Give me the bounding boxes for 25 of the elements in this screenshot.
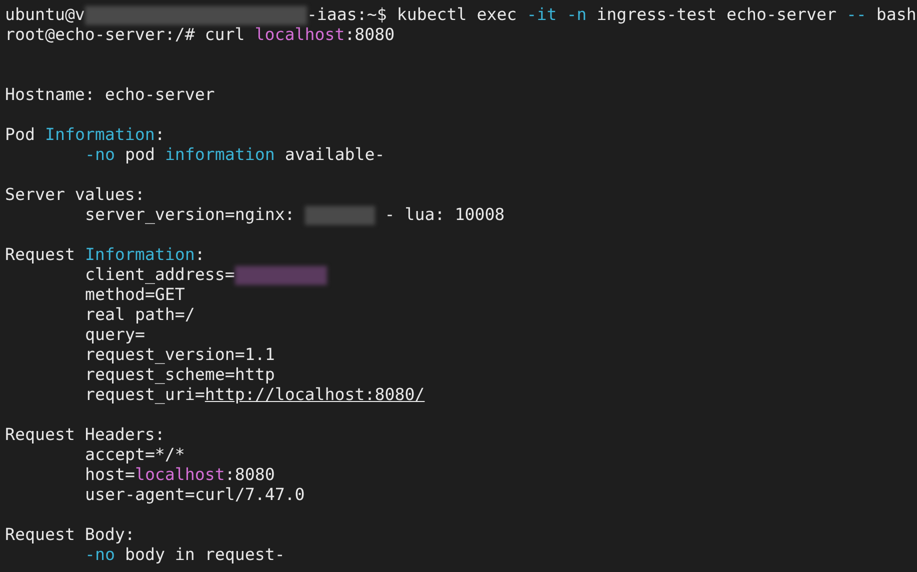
terminal-text: request_uri= (85, 385, 205, 405)
terminal-text: -iaas:~$ kubectl exec -it -n ingress-test echo-server -- bash (306, 5, 916, 25)
terminal-line: user-agent=curl/7.47.0 (85, 485, 305, 505)
terminal-line: real path=/ (85, 305, 195, 325)
terminal-line: Request Body: (5, 525, 135, 545)
terminal-line: Hostname: echo-server (5, 85, 215, 105)
terminal-line: request_version=1.1 (85, 345, 275, 365)
terminal-line: Pod Information: (5, 125, 165, 145)
terminal-line: host=localhost:8080 (85, 465, 275, 485)
terminal-text: client_address= (85, 265, 235, 285)
terminal-line: Server values: (5, 185, 145, 205)
terminal-line: root@echo-server:/# curl localhost:8080 (5, 25, 395, 45)
terminal-line: query= (85, 325, 145, 345)
redacted-blur (304, 206, 375, 224)
terminal-text: ubuntu@v (5, 5, 85, 25)
url-link[interactable]: http://localhost:8080/ (204, 385, 425, 405)
terminal-line: Request Information: (5, 245, 205, 265)
terminal-text: - lua: 10008 (384, 205, 505, 225)
terminal-line: request_scheme=http (85, 365, 275, 385)
terminal-text: server_version=nginx: (85, 205, 296, 225)
terminal-line: -no pod information available- (85, 145, 385, 165)
terminal-line: Request Headers: (5, 425, 165, 445)
terminal-line: -no body in request- (85, 545, 285, 565)
terminal-line: accept=*/* (85, 445, 185, 465)
terminal-line: method=GET (85, 285, 185, 305)
